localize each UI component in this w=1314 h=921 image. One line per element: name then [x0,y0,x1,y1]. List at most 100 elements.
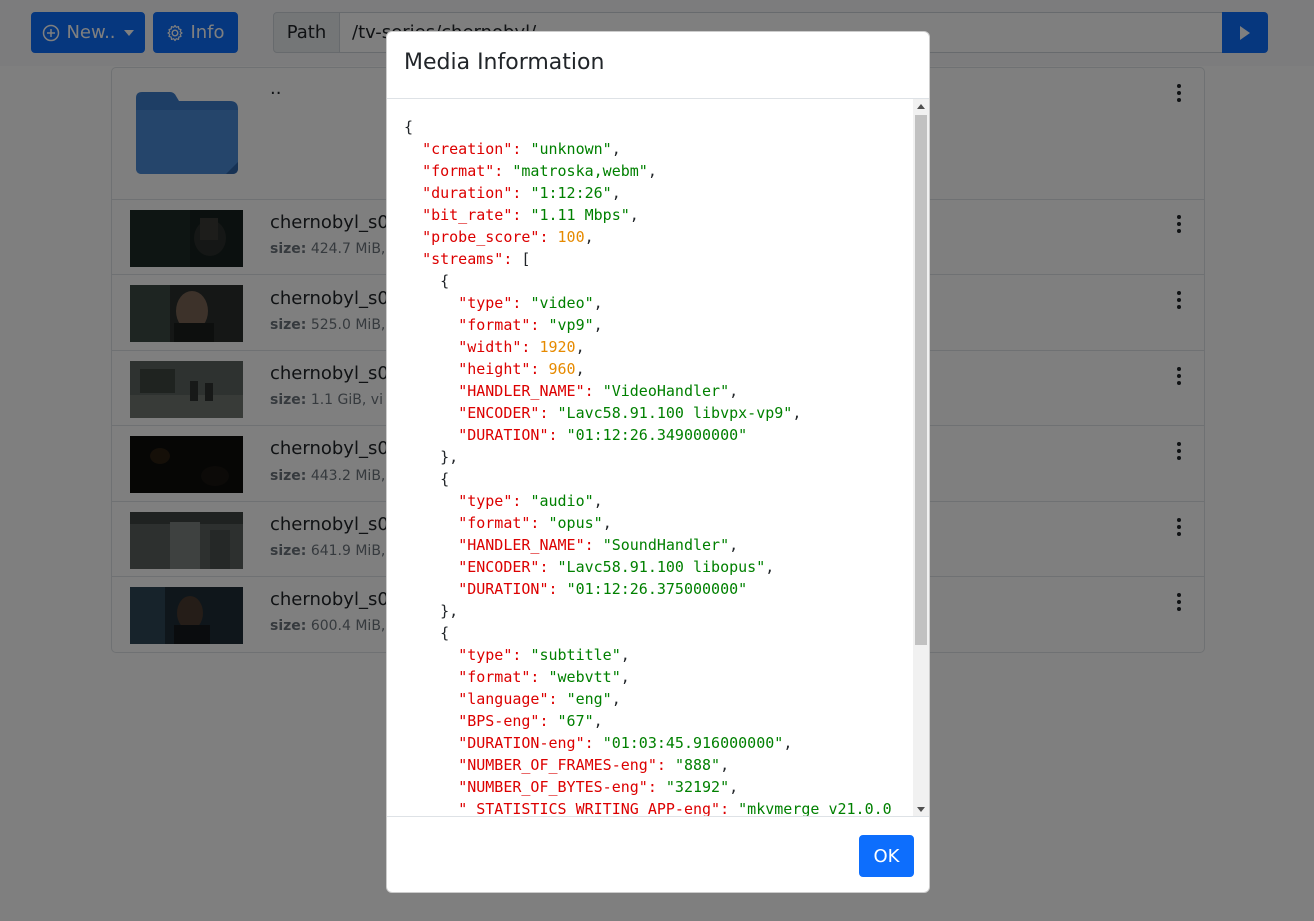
json-string: "subtitle" [530,646,621,664]
json-line: }, [404,446,892,468]
json-punct [404,338,458,356]
json-punct [404,404,458,422]
json-punct: , [575,338,585,356]
json-punct [404,382,458,400]
json-punct [404,690,458,708]
ok-button[interactable]: OK [859,835,914,877]
json-punct: , [647,162,657,180]
json-line: "BPS-eng": "67", [404,710,892,732]
json-punct [404,558,458,576]
json-line: { [404,468,892,490]
json-punct: , [729,536,739,554]
json-line: "type": "subtitle", [404,644,892,666]
json-punct [404,206,422,224]
modal-title: Media Information [404,50,605,75]
json-key: "HANDLER_NAME": [458,382,603,400]
json-key: "DURATION": [458,426,567,444]
json-punct: , [593,712,603,730]
json-string: "eng" [566,690,612,708]
json-key: "NUMBER_OF_BYTES-eng": [458,778,666,796]
json-key: "type": [458,294,531,312]
scrollbar[interactable] [913,99,929,817]
json-string: "32192" [665,778,730,796]
json-punct: , [611,690,621,708]
json-punct: , [593,492,603,510]
json-punct: , [584,228,594,246]
json-key: "ENCODER": [458,558,558,576]
json-line: { [404,116,892,138]
json-key: "_STATISTICS_WRITING_APP-eng": [458,800,739,817]
json-line: "DURATION": "01:12:26.375000000" [404,578,892,600]
scroll-up-arrow-icon[interactable] [917,104,925,109]
json-line: "HANDLER_NAME": "SoundHandler", [404,534,892,556]
json-punct [404,778,458,796]
json-line: "duration": "1:12:26", [404,182,892,204]
json-number: 960 [548,360,576,378]
json-key: "language": [458,690,567,708]
json-punct [404,360,458,378]
json-line: "DURATION": "01:12:26.349000000" [404,424,892,446]
json-line: "HANDLER_NAME": "VideoHandler", [404,380,892,402]
media-json: { "creation": "unknown", "format": "matr… [404,116,892,817]
json-key: "HANDLER_NAME": [458,536,603,554]
json-line: "ENCODER": "Lavc58.91.100 libopus", [404,556,892,578]
json-punct: , [729,382,739,400]
json-punct: , [783,734,793,752]
modal-body[interactable]: { "creation": "unknown", "format": "matr… [387,99,929,817]
json-key: "type": [458,646,531,664]
json-punct: , [611,140,621,158]
scroll-thumb[interactable] [915,115,927,645]
json-line: "type": "audio", [404,490,892,512]
json-key: "format": [458,316,549,334]
json-line: "_STATISTICS_WRITING_APP-eng": "mkvmerge… [404,798,892,817]
json-key: "DURATION": [458,580,567,598]
json-punct [404,140,422,158]
json-punct: { [404,470,450,488]
json-punct: , [602,514,612,532]
json-string: "audio" [530,492,594,510]
json-punct [404,492,458,510]
json-line: "ENCODER": "Lavc58.91.100 libvpx-vp9", [404,402,892,424]
json-key: "format": [422,162,513,180]
json-number: 100 [557,228,585,246]
json-line: "format": "matroska,webm", [404,160,892,182]
json-string: "888" [674,756,721,774]
json-key: "creation": [422,140,531,158]
json-key: "ENCODER": [458,404,558,422]
json-line: "NUMBER_OF_BYTES-eng": "32192", [404,776,892,798]
json-punct: , [629,206,639,224]
json-punct: , [792,404,802,422]
json-key: "type": [458,492,531,510]
json-line: "width": 1920, [404,336,892,358]
json-punct [404,756,458,774]
json-punct [404,668,458,686]
json-key: "format": [458,668,549,686]
json-line: { [404,622,892,644]
json-punct [404,426,458,444]
json-string: "matroska,webm" [512,162,648,180]
json-line: "creation": "unknown", [404,138,892,160]
modal-footer: OK [387,816,929,892]
json-punct [404,800,458,817]
json-punct [404,514,458,532]
json-punct [404,184,422,202]
json-punct [404,162,422,180]
json-punct: , [593,316,603,334]
json-line: { [404,270,892,292]
json-punct [404,536,458,554]
json-punct [404,316,458,334]
json-line: "bit_rate": "1.11 Mbps", [404,204,892,226]
json-punct: { [404,624,450,642]
json-punct: [ [521,250,531,268]
json-string: "webvtt" [548,668,621,686]
json-punct: , [620,668,630,686]
json-punct: , [720,756,730,774]
json-line: "DURATION-eng": "01:03:45.916000000", [404,732,892,754]
json-string: "SoundHandler" [602,536,730,554]
scroll-down-arrow-icon[interactable] [917,807,925,812]
json-punct [404,646,458,664]
json-string: "67" [557,712,594,730]
json-punct: , [620,646,630,664]
json-line: "probe_score": 100, [404,226,892,248]
json-line: "format": "vp9", [404,314,892,336]
